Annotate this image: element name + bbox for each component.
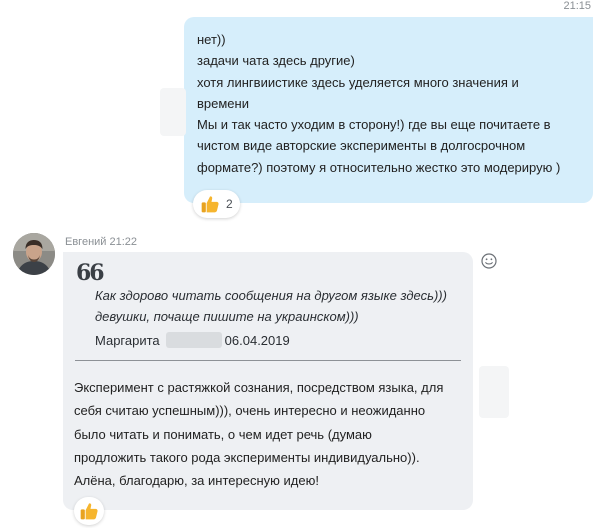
thumbs-up-icon <box>201 196 219 213</box>
message-line: хотя лингвиистике здесь уделяется много … <box>197 74 519 90</box>
quote-author: Маргарита 06.04.2019 <box>95 332 290 348</box>
quote-divider <box>75 360 461 361</box>
avatar-image <box>13 233 55 275</box>
quote-line: Как здорово читать сообщения на другом я… <box>95 288 447 303</box>
message-time: 21:22 <box>109 236 138 248</box>
incoming-reaction[interactable] <box>74 497 104 525</box>
blurred-background-element <box>160 88 186 136</box>
redacted-text <box>165 332 222 348</box>
outgoing-reaction[interactable]: 2 <box>193 190 240 218</box>
message-line: себя считаю успешным))), очень интересно… <box>74 403 426 419</box>
message-line: было читать и понимать, о чем идет речь … <box>74 426 372 442</box>
sender-meta: Евгений 21:22 <box>65 236 137 248</box>
message-line: чистом виде авторские эксперименты в дол… <box>197 138 526 154</box>
message-line: Алёна, благодарю, за интересную идею! <box>74 473 319 489</box>
message-line: Эксперимент с растяжкой сознания, посред… <box>74 380 444 395</box>
message-line: формате?) поэтому я относительно жестко … <box>197 159 561 175</box>
message-line: продложить такого рода эксперименты инди… <box>74 449 420 465</box>
outgoing-time: 21:15 <box>563 0 591 12</box>
avatar[interactable] <box>13 233 55 275</box>
message-line: задачи чата здесь другие) <box>197 53 355 69</box>
reaction-count: 2 <box>226 197 233 211</box>
message-text: Эксперимент с растяжкой сознания, посред… <box>74 376 443 492</box>
incoming-message-bubble[interactable]: 66 Как здорово читать сообщения на друго… <box>63 252 473 510</box>
quote-author-name: Маргарита <box>95 332 160 348</box>
message-line: времени <box>197 95 249 111</box>
add-reaction-icon[interactable] <box>481 253 497 269</box>
message-line: нет)) <box>197 32 226 47</box>
message-line: Мы и так часто уходим в сторону!) где вы… <box>197 117 551 133</box>
quote-line: девушки, почаще пишите на украинском))) <box>95 309 359 324</box>
quoted-text: Как здорово читать сообщения на другом я… <box>95 285 447 327</box>
thumbs-up-icon <box>80 503 98 520</box>
blurred-background-element <box>479 366 509 418</box>
quote-icon: 66 <box>76 260 105 286</box>
outgoing-message-bubble[interactable]: нет)) задачи чата здесь другие) хотя лин… <box>184 17 593 203</box>
sender-name: Евгений <box>65 236 107 248</box>
quote-date: 06.04.2019 <box>224 332 290 348</box>
